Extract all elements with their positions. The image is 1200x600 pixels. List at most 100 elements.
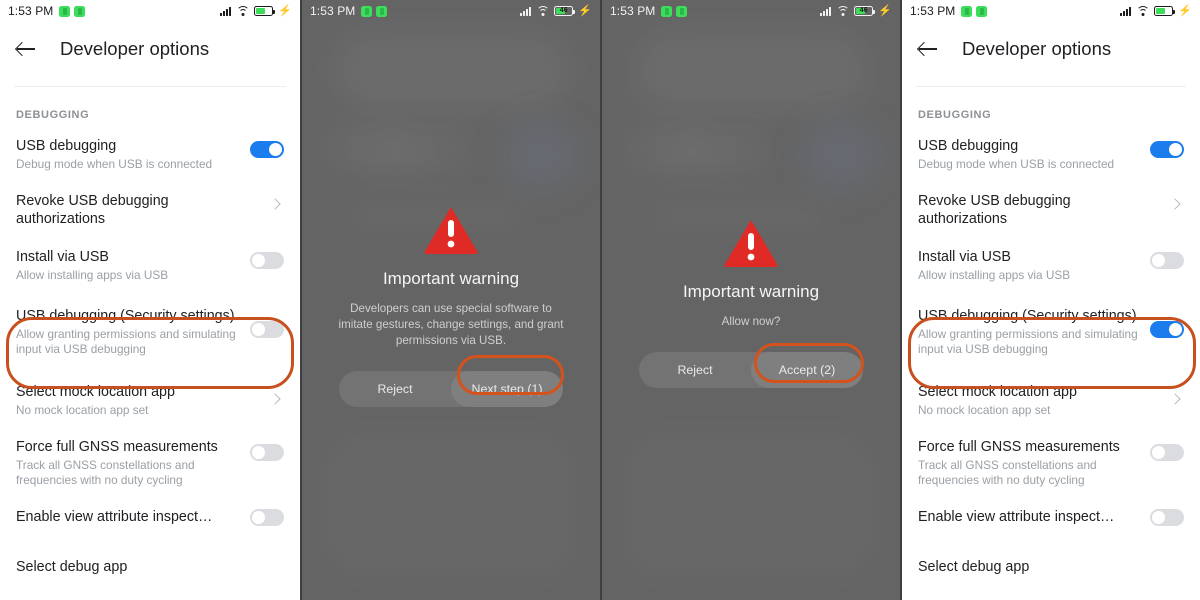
- warning-triangle-icon: [724, 220, 778, 267]
- enable-view-attribute-toggle[interactable]: [250, 509, 284, 526]
- reject-button[interactable]: Reject: [639, 352, 751, 388]
- panel-dialog-step1: 1:53 PM 46 ⚡ Important warning Developer…: [300, 0, 600, 600]
- list-item[interactable]: Force full GNSS measurements Track all G…: [902, 426, 1200, 496]
- wifi-icon: [1136, 6, 1150, 16]
- signal-bars-icon: [520, 6, 532, 16]
- section-label-debugging: DEBUGGING: [16, 109, 90, 121]
- app-badge-icon: [976, 5, 988, 17]
- install-via-usb-toggle[interactable]: [1150, 252, 1184, 269]
- charging-bolt-icon: ⚡: [1178, 4, 1192, 17]
- list-item[interactable]: Install via USB Allow installing apps vi…: [0, 236, 300, 291]
- settings-list: USB debugging Debug mode when USB is con…: [902, 125, 1200, 588]
- accept-button[interactable]: Accept (2): [751, 352, 863, 388]
- enable-view-attribute-toggle[interactable]: [1150, 509, 1184, 526]
- back-arrow-icon[interactable]: [916, 37, 940, 61]
- list-item[interactable]: Revoke USB debugging authorizations: [902, 180, 1200, 236]
- list-item-usb-debugging-security[interactable]: USB debugging (Security settings) Allow …: [0, 291, 300, 371]
- app-badge-icon: [661, 5, 673, 17]
- list-item-usb-debugging-security[interactable]: USB debugging (Security settings) Allow …: [902, 291, 1200, 371]
- chevron-right-icon: [1168, 391, 1184, 407]
- chevron-right-icon: [1168, 196, 1184, 212]
- back-arrow-icon[interactable]: [14, 37, 38, 61]
- usb-debugging-security-toggle[interactable]: [1150, 321, 1184, 338]
- panel-dialog-step2: 1:53 PM 46 ⚡ Important warning Allow now…: [600, 0, 900, 600]
- status-bar-notification-icons: [661, 5, 688, 17]
- row-title: Select debug app: [16, 559, 128, 575]
- row-subtitle: Track all GNSS constellations and freque…: [16, 458, 195, 487]
- list-item[interactable]: Enable view attribute inspect…: [902, 496, 1200, 542]
- status-bar-system-icons: ⚡: [220, 4, 292, 17]
- status-bar-time: 1:53 PM: [910, 4, 956, 18]
- status-bar: 1:53 PM 46 ⚡: [302, 0, 600, 22]
- battery-icon: [254, 6, 276, 16]
- force-full-gnss-toggle[interactable]: [1150, 444, 1184, 461]
- force-full-gnss-toggle[interactable]: [250, 444, 284, 461]
- battery-icon: 46: [554, 6, 576, 16]
- row-subtitle: Allow installing apps via USB: [16, 268, 169, 282]
- row-title: USB debugging: [16, 138, 117, 154]
- app-badge-icon: [59, 5, 71, 17]
- reject-button[interactable]: Reject: [339, 371, 451, 407]
- row-subtitle: Debug mode when USB is connected: [16, 157, 213, 171]
- next-step-button[interactable]: Next step (1): [451, 371, 563, 407]
- list-item[interactable]: Select debug app: [0, 542, 300, 588]
- list-item[interactable]: Select debug app: [902, 542, 1200, 588]
- charging-bolt-icon: ⚡: [578, 4, 592, 17]
- warning-triangle-icon: [424, 207, 478, 254]
- usb-debugging-toggle[interactable]: [250, 141, 284, 158]
- battery-level-label: 46: [559, 7, 568, 14]
- row-title: Revoke USB debugging authorizations: [918, 193, 1071, 227]
- row-title: USB debugging (Security settings): [16, 308, 235, 324]
- row-subtitle: Allow installing apps via USB: [918, 268, 1071, 282]
- signal-bars-icon: [820, 6, 832, 16]
- section-label-debugging: DEBUGGING: [918, 109, 992, 121]
- app-badge-icon: [74, 5, 86, 17]
- warning-dialog: Important warning Developers can use spe…: [302, 205, 600, 407]
- row-title: Select debug app: [918, 559, 1030, 575]
- signal-bars-icon: [220, 6, 232, 16]
- dialog-title: Important warning: [682, 282, 820, 301]
- list-item[interactable]: Enable view attribute inspect…: [0, 496, 300, 542]
- panel-settings-before: 1:53 PM ⚡ Developer options DEBUGGING US…: [0, 0, 300, 600]
- status-bar-notification-icons: [961, 5, 988, 17]
- usb-debugging-security-toggle[interactable]: [250, 321, 284, 338]
- list-item[interactable]: Force full GNSS measurements Track all G…: [0, 426, 300, 496]
- wifi-icon: [836, 6, 850, 16]
- app-badge-icon: [376, 5, 388, 17]
- wifi-icon: [236, 6, 250, 16]
- status-bar-notification-icons: [361, 5, 388, 17]
- settings-list: USB debugging Debug mode when USB is con…: [0, 125, 300, 588]
- app-badge-icon: [361, 5, 373, 17]
- battery-icon: [1154, 6, 1176, 16]
- status-bar: 1:53 PM ⚡: [0, 0, 300, 22]
- row-subtitle: No mock location app set: [918, 403, 1051, 417]
- install-via-usb-toggle[interactable]: [250, 252, 284, 269]
- warning-dialog: Important warning Allow now? Reject Acce…: [602, 218, 900, 388]
- wifi-icon: [536, 6, 550, 16]
- status-bar: 1:53 PM 46 ⚡: [602, 0, 900, 22]
- list-item[interactable]: Select mock location app No mock locatio…: [902, 371, 1200, 426]
- chevron-right-icon: [268, 196, 284, 212]
- dialog-body: Allow now?: [721, 315, 781, 328]
- row-title: USB debugging: [918, 138, 1019, 154]
- dialog-title: Important warning: [382, 269, 520, 288]
- row-title: Enable view attribute inspect…: [16, 509, 213, 525]
- row-subtitle: Allow granting permissions and simulatin…: [16, 327, 236, 356]
- list-item[interactable]: Select mock location app No mock locatio…: [0, 371, 300, 426]
- app-badge-icon: [961, 5, 973, 17]
- list-item[interactable]: Install via USB Allow installing apps vi…: [902, 236, 1200, 291]
- charging-bolt-icon: ⚡: [278, 4, 292, 17]
- list-item[interactable]: USB debugging Debug mode when USB is con…: [0, 125, 300, 180]
- list-item[interactable]: Revoke USB debugging authorizations: [0, 180, 300, 236]
- status-bar-time: 1:53 PM: [610, 4, 656, 18]
- dialog-body: Developers can use special software to i…: [338, 302, 564, 347]
- list-item[interactable]: USB debugging Debug mode when USB is con…: [902, 125, 1200, 180]
- status-bar-time: 1:53 PM: [8, 4, 54, 18]
- usb-debugging-toggle[interactable]: [1150, 141, 1184, 158]
- status-bar-time: 1:53 PM: [310, 4, 356, 18]
- dialog-button-bar: Reject Next step (1): [339, 371, 563, 407]
- screenshot-strip: 1:53 PM ⚡ Developer options DEBUGGING US…: [0, 0, 1200, 600]
- row-subtitle: No mock location app set: [16, 403, 149, 417]
- dialog-button-bar: Reject Accept (2): [639, 352, 863, 388]
- row-title: Select mock location app: [16, 384, 175, 400]
